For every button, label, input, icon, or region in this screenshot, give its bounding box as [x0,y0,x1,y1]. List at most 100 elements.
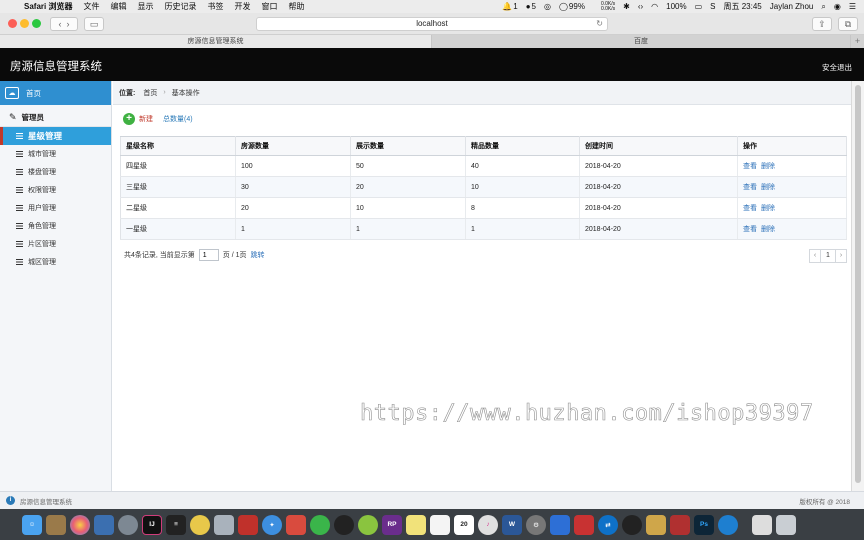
current-page-button[interactable]: 1 [820,249,836,263]
add-icon[interactable]: + [123,113,135,125]
spotlight-icon[interactable]: ⌕ [821,2,825,12]
delete-link[interactable]: 删除 [761,163,775,170]
menu-bookmarks[interactable]: 书签 [207,1,223,12]
teamviewer-icon[interactable]: ⇄ [598,514,618,535]
vertical-scrollbar[interactable] [851,81,864,491]
view-link[interactable]: 查看 [743,205,757,212]
qq2-icon[interactable] [622,514,642,535]
baidu-icon[interactable] [550,514,570,535]
sidebar-item-area[interactable]: 片区管理 [0,235,111,253]
preview-icon[interactable] [94,514,114,535]
greenapp-icon[interactable] [358,514,378,535]
page-number-input[interactable] [198,249,219,261]
archive-icon[interactable] [646,514,666,535]
xmind-icon[interactable] [574,514,594,535]
bell-icon[interactable]: 🔔 [502,2,512,11]
sidebar-home[interactable]: ☁ 首页 [0,81,111,105]
badge-icon[interactable]: ● [526,2,531,11]
wifi-icon[interactable]: ◠ [651,2,658,11]
drop-icon[interactable] [286,514,306,535]
scrollbar-thumb[interactable] [855,85,861,483]
sidebar-item-estate[interactable]: 楼盘管理 [0,163,111,181]
wechat-tray-icon[interactable]: ◎ [544,2,551,11]
back-forward-buttons[interactable]: ‹ › [50,17,78,31]
minimize-window-button[interactable] [20,19,29,28]
menu-file[interactable]: 文件 [83,1,99,12]
menu-edit[interactable]: 编辑 [110,1,126,12]
battery-icon[interactable]: ▭ [695,2,703,11]
back-icon[interactable]: ‹ [58,19,61,29]
folder-icon[interactable] [752,514,772,535]
new-tab-button[interactable]: + [850,35,864,48]
breadcrumb-home[interactable]: 首页 [143,88,157,98]
next-page-button[interactable]: › [835,249,847,263]
menu-view[interactable]: 显示 [137,1,153,12]
axure-icon[interactable]: RP [382,514,402,535]
notification-icon[interactable]: ☰ [849,2,856,11]
photos-icon[interactable] [70,514,90,535]
view-link[interactable]: 查看 [743,226,757,233]
sidebar-item-city[interactable]: 城市管理 [0,145,111,163]
menu-help[interactable]: 帮助 [288,1,304,12]
address-bar[interactable]: localhost ↻ [256,17,608,31]
photoshop-icon[interactable]: Ps [694,514,714,535]
sidebar-group-admin[interactable]: ✎ 管理员 [0,109,111,127]
sidebar-item-district[interactable]: 城区管理 [0,253,111,271]
safari-icon[interactable]: ✦ [262,514,282,535]
view-link[interactable]: 查看 [743,163,757,170]
delete-link[interactable]: 删除 [761,226,775,233]
siri-icon[interactable]: ◉ [834,2,841,11]
calendar-icon[interactable]: 20 [454,514,474,535]
view-link[interactable]: 查看 [743,184,757,191]
storage-icon[interactable] [214,514,234,535]
close-window-button[interactable] [8,19,17,28]
filezilla-icon[interactable] [670,514,690,535]
duck-icon[interactable] [190,514,210,535]
menu-develop[interactable]: 开发 [234,1,250,12]
circle-tray-icon[interactable]: ◯ [559,2,568,11]
logout-link[interactable]: 安全退出 [822,62,852,73]
share-button[interactable]: ⇪ [812,17,832,31]
cell-created: 2018-04-20 [579,176,738,198]
sidebar-toggle-button[interactable]: ▭ [84,17,104,31]
rocket-icon[interactable] [118,514,138,535]
finder-icon[interactable]: ☺ [22,514,42,535]
system-prefs-icon[interactable]: ⚙ [526,514,546,535]
menu-window[interactable]: 窗口 [261,1,277,12]
user-name[interactable]: Jaylan Zhou [770,2,814,11]
menu-history[interactable]: 历史记录 [164,1,196,12]
sidebar-item-user[interactable]: 用户管理 [0,199,111,217]
forward-icon[interactable]: › [67,19,70,29]
code-icon[interactable]: ‹› [638,2,643,11]
redis-icon[interactable] [238,514,258,535]
zoom-window-button[interactable] [32,19,41,28]
notes-icon[interactable] [406,514,426,535]
bluetooth-icon[interactable]: ✱ [623,2,630,11]
show-tabs-button[interactable]: ⧉ [838,17,858,31]
terminal-icon[interactable]: ≡ [166,514,186,535]
wechat-icon[interactable] [310,514,330,535]
input-method-icon[interactable]: S [710,2,715,11]
sidebar-item-permission[interactable]: 权限管理 [0,181,111,199]
sidebar-item-role[interactable]: 角色管理 [0,217,111,235]
textedit-icon[interactable] [430,514,450,535]
new-button[interactable]: 新建 [139,114,153,124]
app-menu[interactable]: Safari 浏览器 [24,1,72,12]
jump-link[interactable]: 跳转 [251,250,265,260]
delete-link[interactable]: 删除 [761,184,775,191]
qq-icon[interactable] [334,514,354,535]
clock[interactable]: 周五 23:45 [724,1,762,12]
tab-baidu[interactable]: 百度 [432,35,850,48]
itunes-icon[interactable]: ♪ [478,514,498,535]
word-icon[interactable]: W [502,514,522,535]
tab-housing-system[interactable]: 房源信息管理系统 [0,35,432,48]
column-header-show-count: 展示数量 [350,136,466,156]
launchpad-icon[interactable] [46,514,66,535]
trash-icon[interactable] [776,514,796,535]
edge-icon[interactable] [718,514,738,535]
delete-link[interactable]: 删除 [761,205,775,212]
reload-icon[interactable]: ↻ [596,18,603,30]
sidebar-item-star-level[interactable]: 星级管理 [0,127,111,145]
intellij-icon[interactable]: IJ [142,514,162,535]
total-count-link[interactable]: 总数量(4) [163,114,193,124]
